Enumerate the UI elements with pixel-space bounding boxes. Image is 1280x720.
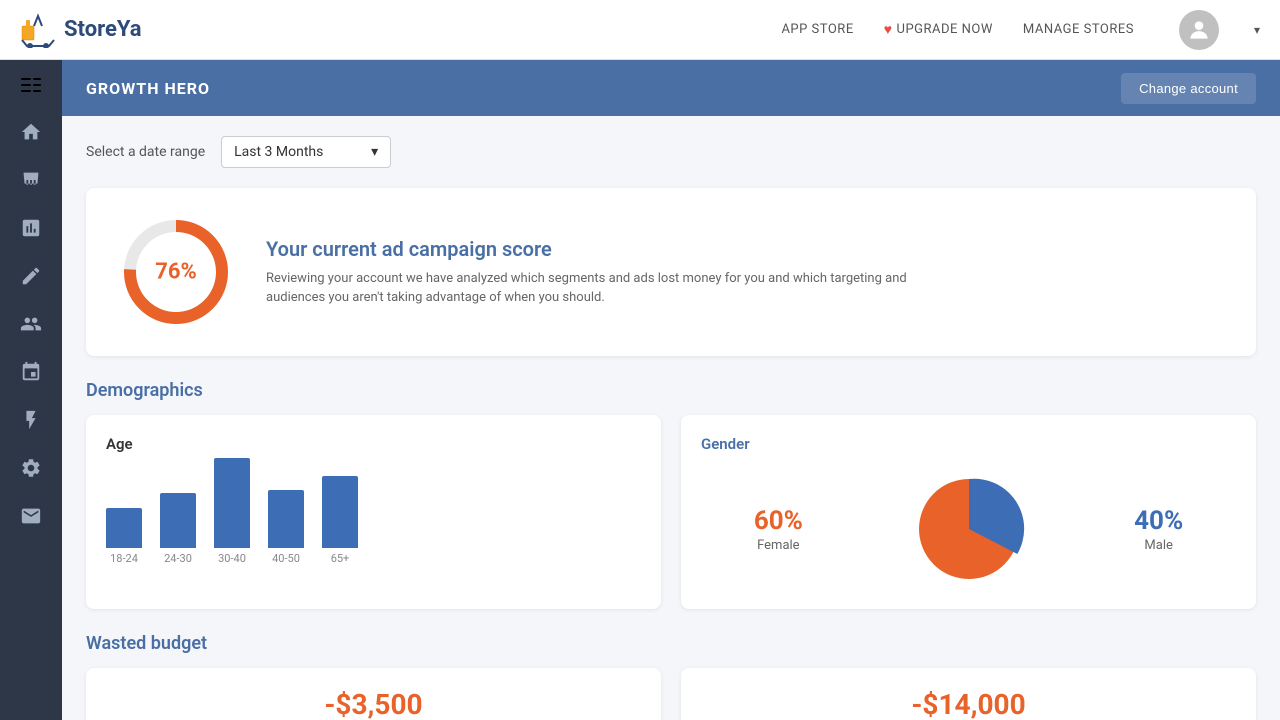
gender-male-label: Male (1134, 538, 1183, 553)
sidebar-item-reports[interactable] (9, 206, 53, 250)
heart-icon: ♥ (884, 21, 893, 38)
avatar[interactable] (1179, 10, 1219, 50)
bar-label-30-40: 30-40 (218, 552, 246, 565)
age-bar-chart: 18-24 24-30 30-40 (106, 469, 641, 569)
main-content: GROWTH HERO Change account Select a date… (62, 60, 1280, 720)
bar-group-40-50: 40-50 (268, 490, 304, 565)
user-avatar-icon (1186, 17, 1212, 43)
date-range-row: Select a date range Last 3 Months ▾ (86, 136, 1256, 168)
change-account-button[interactable]: Change account (1121, 73, 1256, 104)
gender-male-stat: 40% Male (1134, 506, 1183, 553)
bar-24-30 (160, 493, 196, 548)
page-title: GROWTH HERO (86, 79, 210, 98)
logo-text: StoreYa (64, 17, 142, 42)
app-store-link[interactable]: APP STORE (781, 22, 853, 37)
bar-group-18-24: 18-24 (106, 508, 142, 565)
score-text: Your current ad campaign score Reviewing… (266, 237, 966, 308)
bar-18-24 (106, 508, 142, 548)
gender-content: 60% Female (701, 469, 1236, 589)
demographics-section: Demographics Age 18-24 24-30 (86, 380, 1256, 609)
date-range-label: Select a date range (86, 144, 205, 160)
sidebar-item-audience[interactable] (9, 302, 53, 346)
age-card-title: Age (106, 435, 641, 453)
gender-card: Gender 60% Female (681, 415, 1256, 609)
gender-card-title: Gender (701, 435, 1236, 453)
score-value: 76% (155, 260, 197, 285)
tools-icon (20, 265, 42, 287)
gender-female-stat: 60% Female (754, 506, 803, 553)
page-header: GROWTH HERO Change account (62, 60, 1280, 116)
gender-female-label: Female (754, 538, 803, 553)
bar-label-40-50: 40-50 (272, 552, 300, 565)
bar-group-24-30: 24-30 (160, 493, 196, 565)
content-area: Select a date range Last 3 Months ▾ 76% … (62, 116, 1280, 720)
bar-30-40 (214, 458, 250, 548)
wasted-budget-title: Wasted budget (86, 633, 1256, 654)
bar-label-24-30: 24-30 (164, 552, 192, 565)
score-card: 76% Your current ad campaign score Revie… (86, 188, 1256, 356)
store-icon (20, 169, 42, 191)
wasted-budget-card-3months: -$3,500 Wasted in the last 3 months (86, 668, 661, 720)
sidebar-item-store[interactable] (9, 158, 53, 202)
wasted-budget-section: Wasted budget -$3,500 Wasted in the last… (86, 633, 1256, 720)
sidebar-item-home[interactable] (9, 110, 53, 154)
settings-icon (20, 457, 42, 479)
sidebar-item-email[interactable] (9, 494, 53, 538)
top-navigation: StoreYa APP STORE ♥ UPGRADE NOW MANAGE S… (0, 0, 1280, 60)
bar-40-50 (268, 490, 304, 548)
sidebar-item-settings[interactable] (9, 446, 53, 490)
score-donut: 76% (116, 212, 236, 332)
demographics-cards: Age 18-24 24-30 (86, 415, 1256, 609)
bolt-icon (20, 409, 42, 431)
bar-group-30-40: 30-40 (214, 458, 250, 565)
bar-group-65plus: 65+ (322, 476, 358, 565)
bar-label-18-24: 18-24 (110, 552, 138, 565)
nav-links: APP STORE ♥ UPGRADE NOW MANAGE STORES ▾ (781, 10, 1260, 50)
score-description: Reviewing your account we have analyzed … (266, 269, 966, 308)
gender-male-pct: 40% (1134, 506, 1183, 536)
gender-pie-chart (909, 469, 1029, 589)
sidebar-toggle[interactable] (11, 70, 51, 100)
logo-icon (20, 12, 56, 48)
logo[interactable]: StoreYa (20, 12, 142, 48)
chevron-down-icon[interactable]: ▾ (1254, 23, 1260, 37)
bar-65plus (322, 476, 358, 548)
wasted-budget-card-12months: -$14,000 Wasted in the last 12 months (681, 668, 1256, 720)
chevron-down-icon: ▾ (371, 144, 378, 160)
analytics-icon (20, 361, 42, 383)
bar-label-65plus: 65+ (331, 552, 350, 565)
demographics-title: Demographics (86, 380, 1256, 401)
double-arrow-icon (21, 78, 41, 92)
email-icon (20, 505, 42, 527)
sidebar-item-analytics[interactable] (9, 350, 53, 394)
audience-icon (20, 313, 42, 335)
wasted-budget-cards: -$3,500 Wasted in the last 3 months -$14… (86, 668, 1256, 720)
age-card: Age 18-24 24-30 (86, 415, 661, 609)
wasted-amount-12months: -$14,000 (911, 688, 1025, 720)
home-icon (20, 121, 42, 143)
sidebar (0, 60, 62, 720)
date-range-value: Last 3 Months (234, 144, 323, 160)
upgrade-now-link[interactable]: ♥ UPGRADE NOW (884, 21, 993, 38)
reports-icon (20, 217, 42, 239)
score-title: Your current ad campaign score (266, 237, 966, 261)
sidebar-item-campaigns[interactable] (9, 398, 53, 442)
gender-female-pct: 60% (754, 506, 803, 536)
sidebar-item-tools[interactable] (9, 254, 53, 298)
manage-stores-link[interactable]: MANAGE STORES (1023, 22, 1134, 37)
date-range-select[interactable]: Last 3 Months ▾ (221, 136, 391, 168)
wasted-amount-3months: -$3,500 (324, 688, 422, 720)
